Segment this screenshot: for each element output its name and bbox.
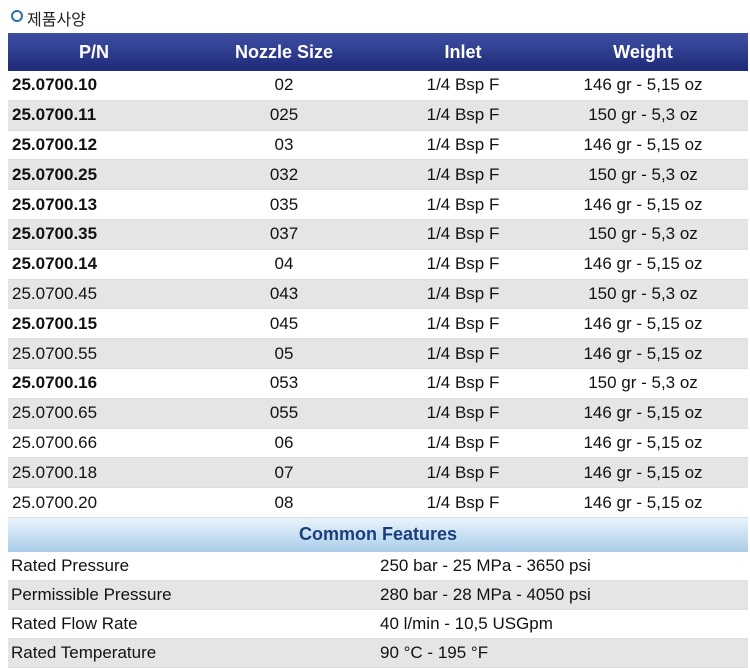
- cell-weight: 146 gr - 5,15 oz: [538, 487, 748, 518]
- cell-inlet: 1/4 Bsp F: [388, 279, 538, 310]
- feature-value: 280 bar - 28 MPa - 4050 psi: [378, 580, 748, 610]
- header-nozzle-size: Nozzle Size: [180, 33, 388, 71]
- table-row: 25.0700.66 06 1/4 Bsp F 146 gr - 5,15 oz: [8, 428, 748, 459]
- header-inlet: Inlet: [388, 33, 538, 71]
- cell-pn: 25.0700.15: [8, 308, 180, 340]
- cell-inlet: 1/4 Bsp F: [388, 398, 538, 429]
- cell-inlet: 1/4 Bsp F: [388, 219, 538, 250]
- circle-bullet-icon: [11, 10, 23, 22]
- cell-pn: 25.0700.55: [8, 338, 180, 369]
- cell-pn: 25.0700.45: [8, 279, 180, 310]
- feature-label: Permissible Pressure: [8, 580, 378, 610]
- cell-nozzle-size: 06: [180, 428, 388, 459]
- table-row: 25.0700.18 07 1/4 Bsp F 146 gr - 5,15 oz: [8, 457, 748, 489]
- cell-nozzle-size: 08: [180, 487, 388, 518]
- cell-nozzle-size: 055: [180, 398, 388, 429]
- cell-inlet: 1/4 Bsp F: [388, 308, 538, 340]
- cell-nozzle-size: 035: [180, 189, 388, 220]
- cell-nozzle-size: 025: [180, 100, 388, 131]
- cell-inlet: 1/4 Bsp F: [388, 428, 538, 459]
- cell-pn: 25.0700.16: [8, 368, 180, 399]
- page-title: 제품사양: [27, 10, 86, 29]
- table-row: 25.0700.13 035 1/4 Bsp F 146 gr - 5,15 oz: [8, 189, 748, 220]
- feature-row: Rated Temperature 90 °C - 195 °F: [8, 638, 748, 668]
- feature-row: Rated Flow Rate 40 l/min - 10,5 USGpm: [8, 609, 748, 639]
- feature-row: Permissible Pressure 280 bar - 28 MPa - 4…: [8, 580, 748, 610]
- table-row: 25.0700.11 025 1/4 Bsp F 150 gr - 5,3 oz: [8, 100, 748, 131]
- cell-pn: 25.0700.10: [8, 71, 180, 101]
- cell-nozzle-size: 037: [180, 219, 388, 250]
- feature-label: Rated Flow Rate: [8, 609, 378, 639]
- section-title-bar: 제품사양: [0, 0, 750, 33]
- cell-pn: 25.0700.25: [8, 159, 180, 191]
- table-row: 25.0700.10 02 1/4 Bsp F 146 gr - 5,15 oz: [8, 71, 748, 101]
- features-header-row: Common Features: [8, 517, 748, 552]
- cell-weight: 146 gr - 5,15 oz: [538, 428, 748, 459]
- spec-header-row: P/N Nozzle Size Inlet Weight: [8, 33, 748, 71]
- cell-weight: 150 gr - 5,3 oz: [538, 219, 748, 250]
- table-row: 25.0700.65 055 1/4 Bsp F 146 gr - 5,15 oz: [8, 398, 748, 429]
- cell-weight: 146 gr - 5,15 oz: [538, 398, 748, 429]
- cell-inlet: 1/4 Bsp F: [388, 130, 538, 161]
- cell-pn: 25.0700.66: [8, 428, 180, 459]
- feature-label: Rated Pressure: [8, 551, 378, 581]
- cell-pn: 25.0700.12: [8, 130, 180, 161]
- cell-weight: 146 gr - 5,15 oz: [538, 457, 748, 489]
- cell-inlet: 1/4 Bsp F: [388, 368, 538, 399]
- table-row: 25.0700.35 037 1/4 Bsp F 150 gr - 5,3 oz: [8, 219, 748, 250]
- cell-nozzle-size: 03: [180, 130, 388, 161]
- cell-inlet: 1/4 Bsp F: [388, 159, 538, 191]
- cell-weight: 150 gr - 5,3 oz: [538, 100, 748, 131]
- cell-inlet: 1/4 Bsp F: [388, 71, 538, 101]
- cell-weight: 146 gr - 5,15 oz: [538, 338, 748, 369]
- feature-label: Rated Temperature: [8, 638, 378, 668]
- cell-weight: 150 gr - 5,3 oz: [538, 279, 748, 310]
- cell-pn: 25.0700.11: [8, 100, 180, 131]
- cell-nozzle-size: 032: [180, 159, 388, 191]
- cell-nozzle-size: 053: [180, 368, 388, 399]
- table-row: 25.0700.16 053 1/4 Bsp F 150 gr - 5,3 oz: [8, 368, 748, 399]
- cell-inlet: 1/4 Bsp F: [388, 487, 538, 518]
- cell-pn: 25.0700.65: [8, 398, 180, 429]
- cell-inlet: 1/4 Bsp F: [388, 189, 538, 220]
- table-row: 25.0700.20 08 1/4 Bsp F 146 gr - 5,15 oz: [8, 487, 748, 518]
- cell-inlet: 1/4 Bsp F: [388, 457, 538, 489]
- cell-nozzle-size: 043: [180, 279, 388, 310]
- features-table: Common Features Rated Pressure 250 bar - …: [8, 517, 748, 668]
- spec-table: P/N Nozzle Size Inlet Weight 25.0700.10 0…: [8, 33, 748, 518]
- feature-value: 90 °C - 195 °F: [378, 638, 748, 668]
- cell-pn: 25.0700.18: [8, 457, 180, 489]
- table-row: 25.0700.45 043 1/4 Bsp F 150 gr - 5,3 oz: [8, 279, 748, 310]
- table-row: 25.0700.55 05 1/4 Bsp F 146 gr - 5,15 oz: [8, 338, 748, 369]
- cell-weight: 150 gr - 5,3 oz: [538, 159, 748, 191]
- header-pn: P/N: [8, 33, 180, 71]
- cell-nozzle-size: 07: [180, 457, 388, 489]
- cell-weight: 146 gr - 5,15 oz: [538, 249, 748, 280]
- cell-nozzle-size: 02: [180, 71, 388, 101]
- feature-row: Rated Pressure 250 bar - 25 MPa - 3650 ps…: [8, 551, 748, 581]
- cell-inlet: 1/4 Bsp F: [388, 249, 538, 280]
- cell-nozzle-size: 045: [180, 308, 388, 340]
- table-row: 25.0700.15 045 1/4 Bsp F 146 gr - 5,15 oz: [8, 308, 748, 340]
- feature-value: 40 l/min - 10,5 USGpm: [378, 609, 748, 639]
- cell-weight: 146 gr - 5,15 oz: [538, 130, 748, 161]
- cell-nozzle-size: 04: [180, 249, 388, 280]
- feature-value: 250 bar - 25 MPa - 3650 psi: [378, 551, 748, 581]
- cell-pn: 25.0700.20: [8, 487, 180, 518]
- table-row: 25.0700.12 03 1/4 Bsp F 146 gr - 5,15 oz: [8, 130, 748, 161]
- cell-weight: 150 gr - 5,3 oz: [538, 368, 748, 399]
- cell-inlet: 1/4 Bsp F: [388, 338, 538, 369]
- cell-pn: 25.0700.35: [8, 219, 180, 250]
- cell-weight: 146 gr - 5,15 oz: [538, 189, 748, 220]
- cell-weight: 146 gr - 5,15 oz: [538, 71, 748, 101]
- table-row: 25.0700.14 04 1/4 Bsp F 146 gr - 5,15 oz: [8, 249, 748, 280]
- table-row: 25.0700.25 032 1/4 Bsp F 150 gr - 5,3 oz: [8, 159, 748, 191]
- cell-weight: 146 gr - 5,15 oz: [538, 308, 748, 340]
- cell-pn: 25.0700.13: [8, 189, 180, 220]
- cell-inlet: 1/4 Bsp F: [388, 100, 538, 131]
- cell-nozzle-size: 05: [180, 338, 388, 369]
- features-title: Common Features: [8, 517, 748, 552]
- header-weight: Weight: [538, 33, 748, 71]
- cell-pn: 25.0700.14: [8, 249, 180, 280]
